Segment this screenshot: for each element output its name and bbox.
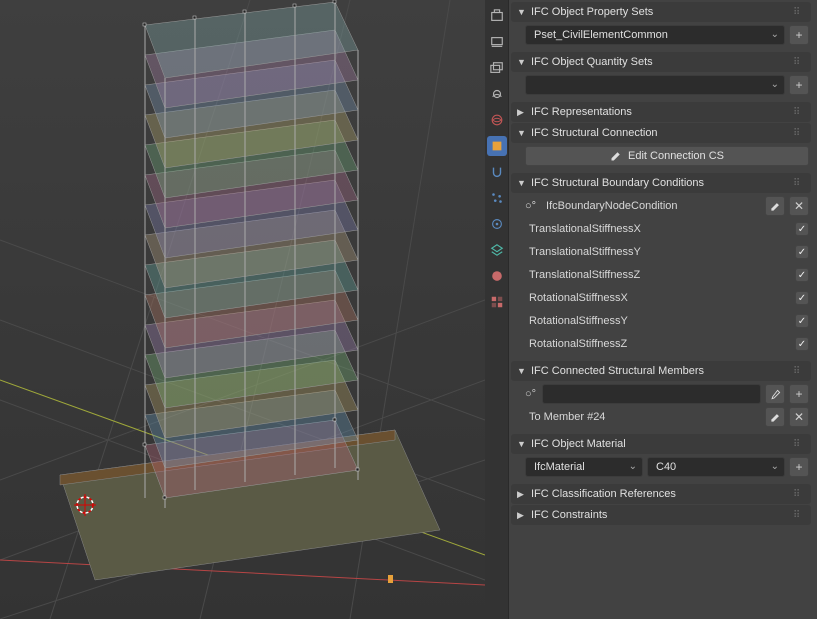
panel-title: IFC Object Property Sets (531, 6, 789, 18)
stiffness-checkbox[interactable]: ✓ (795, 291, 809, 305)
stiffness-label: RotationalStiffnessY (525, 315, 791, 327)
stiffness-checkbox[interactable]: ✓ (795, 314, 809, 328)
boundary-condition-name: IfcBoundaryNodeCondition (542, 200, 761, 212)
grip-icon: ⠿ (793, 107, 805, 118)
stiffness-checkbox[interactable]: ✓ (795, 337, 809, 351)
panel-title: IFC Object Quantity Sets (531, 56, 789, 68)
material-value-dropdown[interactable]: C40 (647, 457, 785, 477)
grip-icon: ⠿ (793, 57, 805, 68)
panel-title: IFC Structural Boundary Conditions (531, 177, 789, 189)
tab-render[interactable] (487, 6, 507, 26)
tab-scene[interactable] (487, 84, 507, 104)
add-button[interactable]: + (789, 384, 809, 404)
stiffness-label: TranslationalStiffnessY (525, 246, 791, 258)
add-button[interactable]: + (789, 25, 809, 45)
collapse-arrow: ▼ (517, 366, 527, 376)
panel-header-classrefs[interactable]: ▶ IFC Classification References ⠿ (511, 484, 811, 504)
stiffness-label: TranslationalStiffnessX (525, 223, 791, 235)
node-icon: ○° (525, 388, 536, 400)
tab-particles[interactable] (487, 188, 507, 208)
viewport-3d[interactable] (0, 0, 485, 619)
panel-title: IFC Constraints (531, 509, 789, 521)
collapse-arrow: ▼ (517, 7, 527, 17)
edit-button[interactable] (765, 407, 785, 427)
qtyset-dropdown[interactable] (525, 75, 785, 95)
edit-button[interactable] (765, 196, 785, 216)
expand-arrow: ▶ (517, 489, 527, 500)
tab-constraints[interactable] (487, 240, 507, 260)
panel-title: IFC Object Material (531, 438, 789, 450)
panel-title: IFC Structural Connection (531, 127, 789, 139)
properties-panels: ▼ IFC Object Property Sets ⠿ Pset_CivilE… (509, 0, 817, 619)
add-button[interactable]: + (789, 75, 809, 95)
tab-physics[interactable] (487, 214, 507, 234)
panel-header-representations[interactable]: ▶ IFC Representations ⠿ (511, 102, 811, 122)
grip-icon: ⠿ (793, 366, 805, 377)
stiffness-checkbox[interactable]: ✓ (795, 222, 809, 236)
tab-output[interactable] (487, 32, 507, 52)
panel-header-qtysets[interactable]: ▼ IFC Object Quantity Sets ⠿ (511, 52, 811, 72)
tab-material[interactable] (487, 292, 507, 312)
tab-modifiers[interactable] (487, 162, 507, 182)
material-type-dropdown[interactable]: IfcMaterial (525, 457, 643, 477)
grip-icon: ⠿ (793, 128, 805, 139)
stiffness-checkbox[interactable]: ✓ (795, 268, 809, 282)
collapse-arrow: ▼ (517, 178, 527, 188)
stiffness-checkbox[interactable]: ✓ (795, 245, 809, 259)
remove-button[interactable]: ✕ (789, 407, 809, 427)
stiffness-label: RotationalStiffnessX (525, 292, 791, 304)
grip-icon: ⠿ (793, 7, 805, 18)
tab-data[interactable] (487, 266, 507, 286)
panel-title: IFC Connected Structural Members (531, 365, 789, 377)
grip-icon: ⠿ (793, 178, 805, 189)
expand-arrow: ▶ (517, 510, 527, 521)
grip-icon: ⠿ (793, 439, 805, 450)
panel-header-propsets[interactable]: ▼ IFC Object Property Sets ⠿ (511, 2, 811, 22)
panel-header-structconn[interactable]: ▼ IFC Structural Connection ⠿ (511, 123, 811, 143)
grip-icon: ⠿ (793, 489, 805, 500)
stiffness-label: TranslationalStiffnessZ (525, 269, 791, 281)
edit-connection-cs-button[interactable]: Edit Connection CS (525, 146, 809, 166)
panel-header-material[interactable]: ▼ IFC Object Material ⠿ (511, 434, 811, 454)
grip-icon: ⠿ (793, 510, 805, 521)
panel-title: IFC Classification References (531, 488, 789, 500)
panel-header-constraints[interactable]: ▶ IFC Constraints ⠿ (511, 505, 811, 525)
collapse-arrow: ▼ (517, 439, 527, 449)
panel-title: IFC Representations (531, 106, 789, 118)
member-search-field[interactable] (542, 384, 761, 404)
tab-viewlayer[interactable] (487, 58, 507, 78)
remove-button[interactable]: ✕ (789, 196, 809, 216)
tab-world[interactable] (487, 110, 507, 130)
node-icon: ○° (525, 200, 536, 212)
stiffness-label: RotationalStiffnessZ (525, 338, 791, 350)
propset-dropdown[interactable]: Pset_CivilElementCommon (525, 25, 785, 45)
collapse-arrow: ▼ (517, 128, 527, 138)
add-button[interactable]: + (789, 457, 809, 477)
eyedropper-button[interactable] (765, 384, 785, 404)
tab-object[interactable] (487, 136, 507, 156)
connected-member-label: To Member #24 (525, 411, 761, 423)
button-label: Edit Connection CS (628, 150, 724, 163)
collapse-arrow: ▼ (517, 57, 527, 67)
panel-header-connected[interactable]: ▼ IFC Connected Structural Members ⠿ (511, 361, 811, 381)
panel-header-boundary[interactable]: ▼ IFC Structural Boundary Conditions ⠿ (511, 173, 811, 193)
properties-tabstrip (485, 0, 509, 619)
expand-arrow: ▶ (517, 107, 527, 118)
